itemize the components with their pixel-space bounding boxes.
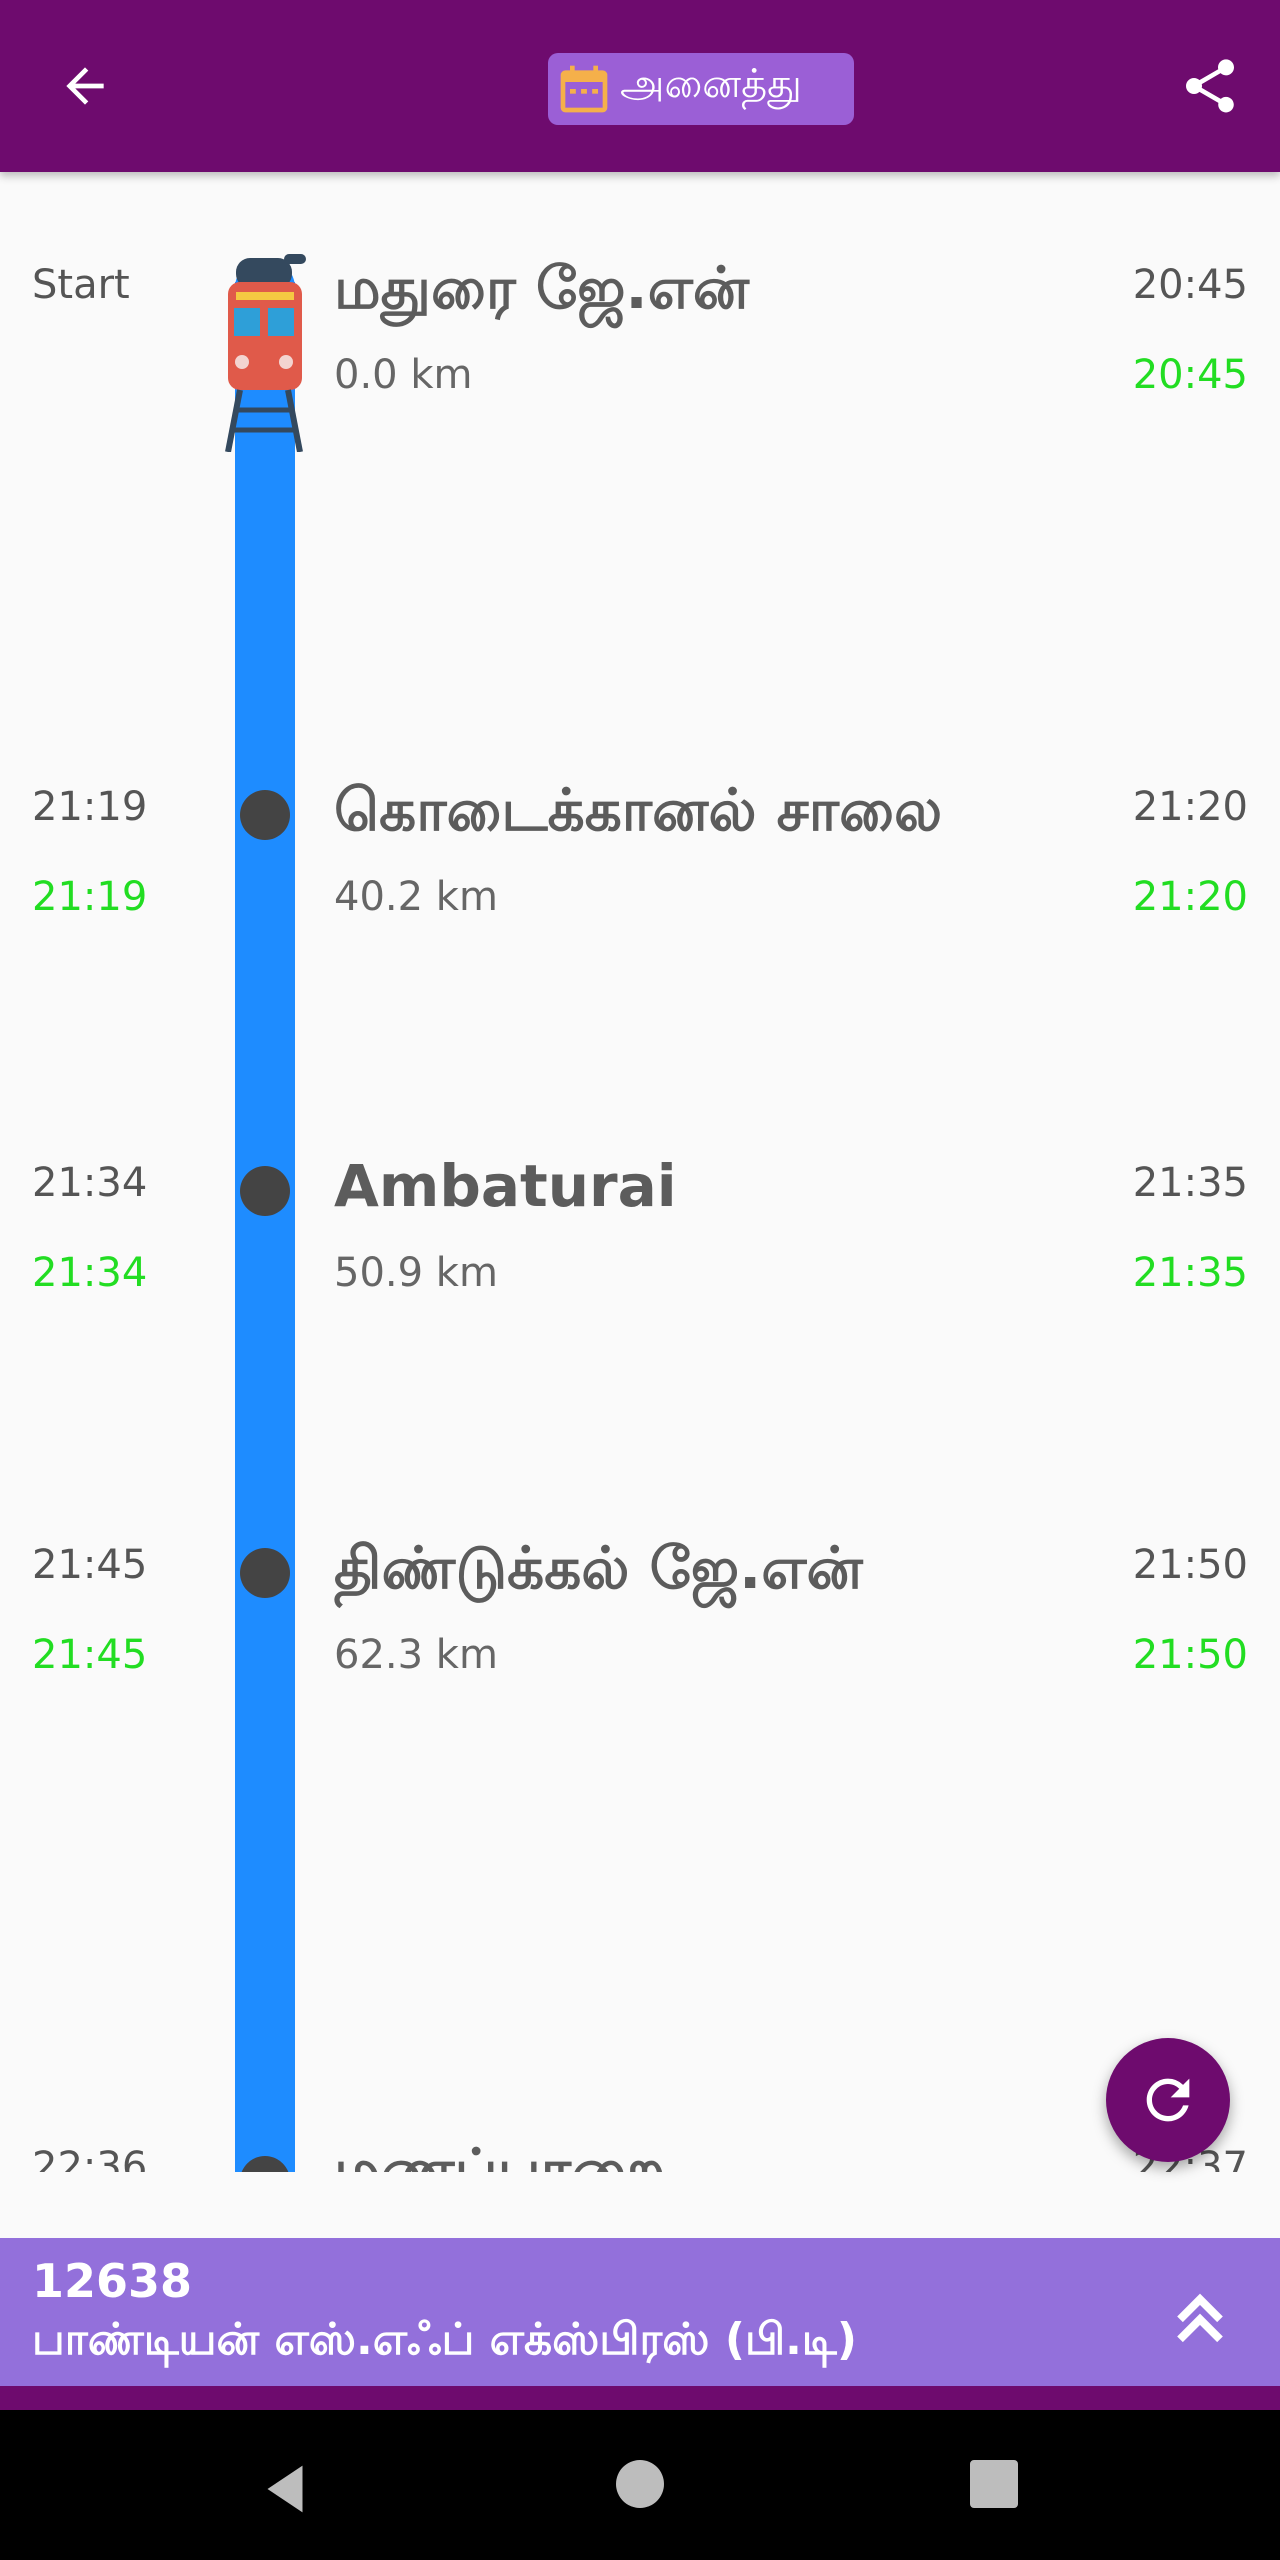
arrival-actual: 21:19 xyxy=(32,874,148,920)
share-icon xyxy=(1186,59,1234,113)
train-name: பாண்டியன் எஸ்.எஃப் எக்ஸ்பிரஸ் (பி.டி) xyxy=(32,2314,857,2365)
double-chevron-up-icon[interactable] xyxy=(1160,2276,1240,2356)
station-name: கொடைக்கானல் சாலை xyxy=(334,776,943,844)
share-button[interactable] xyxy=(1160,46,1260,126)
station-distance: 0.0 km xyxy=(334,352,473,398)
stop-row[interactable]: 21:19 21:19 கொடைக்கானல் சாலை 40.2 km 21:… xyxy=(0,776,1280,984)
top-app-bar: அனைத்து xyxy=(0,0,1280,172)
system-navigation-bar xyxy=(0,2410,1280,2560)
date-chip-label: அனைத்து xyxy=(620,61,802,107)
stop-row[interactable]: 21:45 21:45 திண்டுக்கல் ஜே.என் 62.3 km 2… xyxy=(0,1534,1280,1742)
arrival-actual: 21:34 xyxy=(32,1250,148,1296)
arrival-scheduled: 21:19 xyxy=(32,784,148,830)
back-button[interactable] xyxy=(40,46,130,126)
arrival-scheduled: 21:45 xyxy=(32,1542,148,1588)
nav-recents-icon[interactable] xyxy=(970,2460,1018,2508)
refresh-icon xyxy=(1146,2078,1190,2122)
departure-scheduled: 21:20 xyxy=(1132,784,1248,830)
departure-actual: 20:45 xyxy=(1132,352,1248,398)
arrival-scheduled: 21:34 xyxy=(32,1160,148,1206)
train-number: 12638 xyxy=(32,2254,193,2308)
bottom-strip xyxy=(0,2386,1280,2410)
station-name: மதுரை ஜே.என் xyxy=(334,254,750,322)
station-name: Ambaturai xyxy=(334,1152,677,1220)
stop-row[interactable]: Start மதுரை ஜே.என் 0.0 km 20:45 20:45 xyxy=(0,254,1280,462)
arrival-scheduled: 22:36 xyxy=(32,2144,148,2172)
nav-back-icon[interactable] xyxy=(250,2454,320,2524)
departure-scheduled: 20:45 xyxy=(1132,262,1248,308)
departure-scheduled: 21:35 xyxy=(1132,1160,1248,1206)
stop-row[interactable]: 22:36 மணப்பாறை 22:37 xyxy=(0,2136,1280,2172)
arrow-left-icon xyxy=(66,67,104,105)
departure-actual: 21:20 xyxy=(1132,874,1248,920)
refresh-button[interactable] xyxy=(1106,2038,1230,2162)
train-info-bar[interactable]: 12638 பாண்டியன் எஸ்.எஃப் எக்ஸ்பிரஸ் (பி.… xyxy=(0,2238,1280,2386)
station-name: திண்டுக்கல் ஜே.என் xyxy=(334,1534,863,1602)
station-distance: 40.2 km xyxy=(334,874,498,920)
stop-row[interactable]: 21:34 21:34 Ambaturai 50.9 km 21:35 21:3… xyxy=(0,1152,1280,1360)
station-name: மணப்பாறை xyxy=(334,2136,666,2172)
departure-scheduled: 21:50 xyxy=(1132,1542,1248,1588)
station-distance: 62.3 km xyxy=(334,1632,498,1678)
calendar-icon xyxy=(560,65,608,113)
departure-actual: 21:50 xyxy=(1132,1632,1248,1678)
departure-actual: 21:35 xyxy=(1132,1250,1248,1296)
route-timeline[interactable]: Start மதுரை ஜே.என் 0.0 km 20:45 20:45 21… xyxy=(0,172,1280,2172)
nav-home-icon[interactable] xyxy=(616,2460,664,2508)
arrival-actual: 21:45 xyxy=(32,1632,148,1678)
arrival-scheduled: Start xyxy=(32,262,130,308)
date-filter-chip[interactable]: அனைத்து xyxy=(548,53,854,125)
station-distance: 50.9 km xyxy=(334,1250,498,1296)
